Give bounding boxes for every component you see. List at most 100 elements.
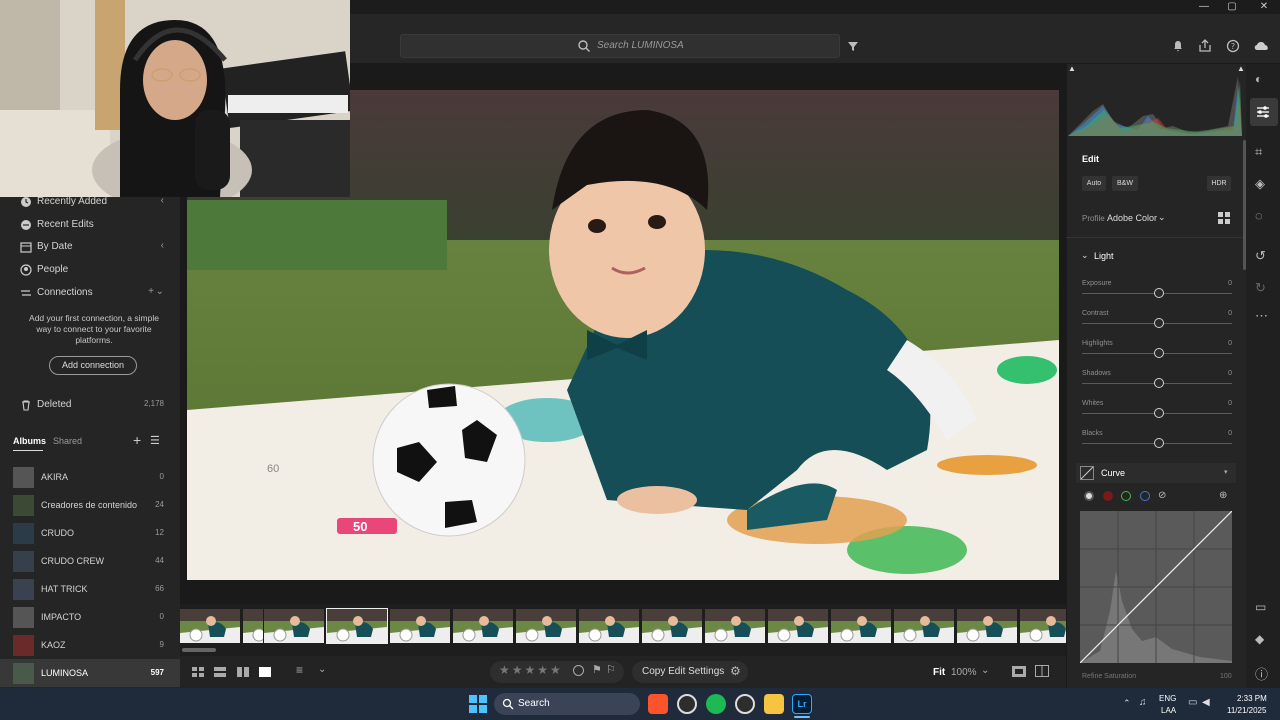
copy-edit-settings-button[interactable]: Copy Edit Settings bbox=[642, 666, 724, 677]
chevron-left-icon[interactable]: ‹ bbox=[161, 240, 164, 251]
filmstrip-thumbnail[interactable] bbox=[894, 609, 954, 643]
slider-knob[interactable] bbox=[1154, 348, 1164, 358]
filmstrip-thumbnail[interactable] bbox=[768, 609, 828, 643]
curve-channel-green[interactable] bbox=[1121, 491, 1131, 501]
chevron-down-icon[interactable]: ⌄ bbox=[1158, 212, 1166, 223]
split-view-icon[interactable] bbox=[1035, 665, 1049, 677]
search-box[interactable]: Search LUMINOSA bbox=[400, 34, 840, 58]
curve-channel-rgb[interactable] bbox=[1084, 491, 1094, 501]
album-item[interactable]: AKIRA 0 bbox=[0, 463, 180, 491]
fit-button[interactable]: Fit bbox=[933, 667, 945, 678]
file-explorer-icon[interactable] bbox=[764, 694, 784, 714]
masking-icon[interactable]: ◌ bbox=[1255, 208, 1271, 224]
filmstrip-scrollbar[interactable] bbox=[182, 648, 216, 652]
more-options-icon[interactable]: ⋯ bbox=[1255, 308, 1271, 324]
exposure-slider[interactable]: Exposure 0 bbox=[1082, 280, 1232, 308]
sort-icon[interactable]: ☰ bbox=[150, 434, 160, 447]
light-section-header[interactable]: Light bbox=[1094, 251, 1114, 261]
slider-knob[interactable] bbox=[1154, 408, 1164, 418]
chevron-down-icon[interactable]: ⌄ bbox=[981, 665, 989, 676]
star-rating[interactable]: ★★★★★ bbox=[499, 663, 563, 677]
filmstrip-thumbnail[interactable] bbox=[642, 609, 702, 643]
slider-knob[interactable] bbox=[1154, 318, 1164, 328]
bell-icon[interactable] bbox=[1172, 40, 1184, 52]
filmstrip-thumbnail[interactable] bbox=[326, 608, 388, 644]
square-grid-icon[interactable] bbox=[214, 667, 226, 677]
album-item[interactable]: KAOZ 9 bbox=[0, 631, 180, 659]
curve-channel-blue[interactable] bbox=[1140, 491, 1150, 501]
slider-value[interactable]: 0 bbox=[1228, 310, 1232, 317]
curve-section-header[interactable] bbox=[1076, 463, 1236, 483]
filmstrip-thumbnail[interactable] bbox=[243, 609, 263, 643]
add-icon[interactable]: + bbox=[148, 286, 154, 297]
filmstrip-thumbnail[interactable] bbox=[180, 609, 240, 643]
comment-icon[interactable]: ▭ bbox=[1255, 600, 1271, 616]
blacks-slider[interactable]: Blacks 0 bbox=[1082, 430, 1232, 458]
flag-reject-icon[interactable]: ⚐ bbox=[606, 663, 616, 676]
refine-saturation-value[interactable]: 100 bbox=[1220, 673, 1232, 680]
edit-sliders-icon[interactable] bbox=[1255, 104, 1271, 120]
tag-icon[interactable]: ◆ bbox=[1255, 632, 1271, 648]
lightroom-icon[interactable]: Lr bbox=[792, 694, 812, 714]
filmstrip-thumbnail[interactable] bbox=[957, 609, 1017, 643]
grid-view-icon[interactable] bbox=[192, 667, 204, 677]
network-icon[interactable]: ▭ bbox=[1188, 697, 1197, 708]
profile-browser-icon[interactable] bbox=[1218, 212, 1230, 224]
unrated-icon[interactable] bbox=[573, 665, 584, 676]
help-icon[interactable]: ? bbox=[1226, 39, 1240, 53]
album-item-selected[interactable]: LUMINOSA 597 bbox=[0, 659, 180, 687]
album-item[interactable]: CRUDO 12 bbox=[0, 519, 180, 547]
album-item[interactable]: IMPACTO 0 bbox=[0, 603, 180, 631]
zoom-level[interactable]: 100% bbox=[951, 667, 977, 678]
filmstrip-thumbnail[interactable] bbox=[264, 609, 324, 643]
shadows-slider[interactable]: Shadows 0 bbox=[1082, 370, 1232, 398]
chevron-down-icon[interactable]: ⌄ bbox=[318, 664, 326, 675]
shadow-clipping-icon[interactable]: ▲ bbox=[1237, 64, 1245, 73]
slider-value[interactable]: 0 bbox=[1228, 280, 1232, 287]
album-item[interactable]: HAT TRICK 66 bbox=[0, 575, 180, 603]
language-indicator[interactable]: ENG bbox=[1159, 694, 1176, 703]
add-connection-button[interactable]: Add connection bbox=[49, 356, 137, 375]
sidebar-item-connections[interactable]: Connections + ⌄ bbox=[0, 282, 180, 304]
cloud-sync-icon[interactable] bbox=[1253, 39, 1271, 53]
slider-knob[interactable] bbox=[1154, 438, 1164, 448]
filmstrip-thumbnail[interactable] bbox=[453, 609, 513, 643]
bw-button[interactable]: B&W bbox=[1112, 176, 1138, 191]
clock-time[interactable]: 2:33 PM bbox=[1237, 694, 1267, 703]
maximize-button[interactable]: ▢ bbox=[1216, 0, 1248, 14]
highlights-slider[interactable]: Highlights 0 bbox=[1082, 340, 1232, 368]
hdr-button[interactable]: HDR bbox=[1207, 176, 1231, 191]
chevron-down-icon[interactable]: ⌄ bbox=[1081, 250, 1089, 261]
flag-pick-icon[interactable]: ⚑ bbox=[592, 663, 602, 676]
close-button[interactable]: ✕ bbox=[1248, 0, 1280, 14]
windows-start-icon[interactable] bbox=[469, 695, 487, 713]
chevron-down-icon[interactable]: ▾ bbox=[1224, 468, 1228, 476]
detail-view-icon[interactable] bbox=[259, 667, 271, 677]
add-album-icon[interactable]: + bbox=[133, 432, 141, 448]
sidebar-item-deleted[interactable]: Deleted 2,178 bbox=[0, 394, 180, 416]
slider-value[interactable]: 0 bbox=[1228, 370, 1232, 377]
keyboard-layout[interactable]: LAA bbox=[1161, 706, 1176, 715]
slider-value[interactable]: 0 bbox=[1228, 400, 1232, 407]
sort-lines-icon[interactable]: ≡ bbox=[296, 663, 303, 677]
info-icon[interactable]: ⓘ bbox=[1255, 664, 1271, 682]
sidebar-item-by-date[interactable]: By Date ‹ bbox=[0, 236, 180, 258]
slider-value[interactable]: 0 bbox=[1228, 340, 1232, 347]
filmstrip-thumbnail[interactable] bbox=[831, 609, 891, 643]
crop-icon[interactable]: ⌗ bbox=[1255, 144, 1271, 160]
volume-icon[interactable]: ◀ bbox=[1202, 697, 1210, 708]
profile-dropdown[interactable]: Adobe Color bbox=[1107, 213, 1157, 223]
sidebar-item-people[interactable]: People bbox=[0, 259, 180, 281]
contrast-slider[interactable]: Contrast 0 bbox=[1082, 310, 1232, 338]
chevron-down-icon[interactable]: ⌄ bbox=[156, 286, 164, 297]
tone-curve-graph[interactable] bbox=[1080, 511, 1232, 663]
versions-icon[interactable]: ↻ bbox=[1255, 280, 1271, 296]
spotify-icon[interactable] bbox=[706, 694, 726, 714]
before-after-icon[interactable] bbox=[1012, 666, 1026, 677]
share-icon[interactable] bbox=[1198, 39, 1212, 53]
target-adjust-icon[interactable]: ⊕ bbox=[1219, 490, 1227, 501]
slider-value[interactable]: 0 bbox=[1228, 430, 1232, 437]
auto-button[interactable]: Auto bbox=[1082, 176, 1106, 191]
presets-icon[interactable]: ◐ bbox=[1255, 72, 1271, 88]
clock-date[interactable]: 11/21/2025 bbox=[1227, 706, 1266, 715]
